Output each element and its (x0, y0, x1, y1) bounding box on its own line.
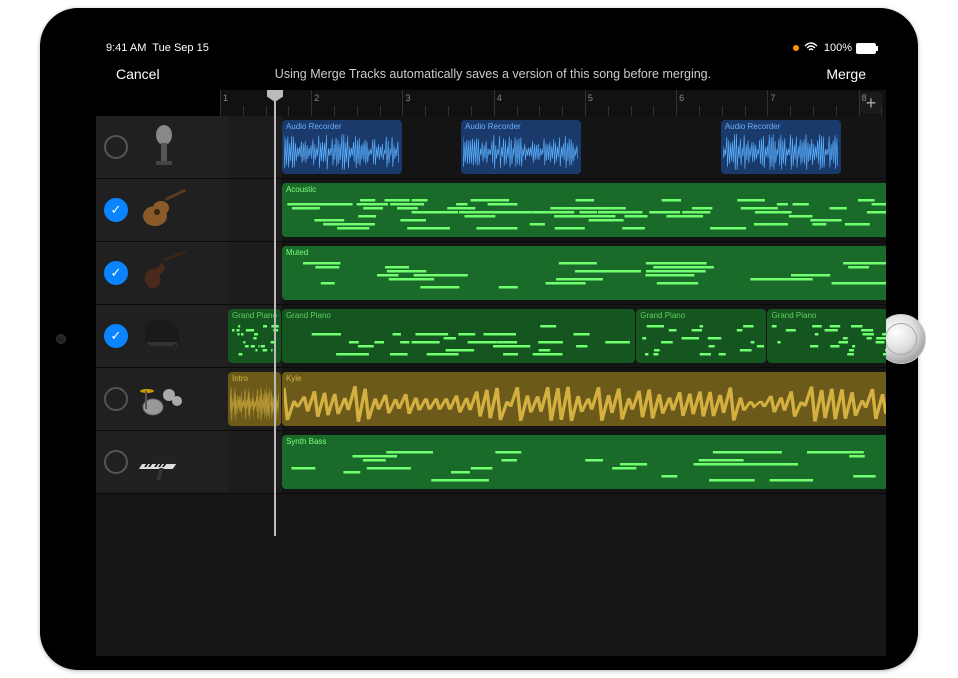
bar-label: 8 (862, 93, 867, 103)
track-header (96, 431, 228, 493)
track-header: ✓ (96, 305, 228, 367)
drum-kit-icon[interactable] (136, 376, 192, 422)
track-lane[interactable]: Intro Kyle (228, 368, 886, 430)
ipad-frame: 9:41 AM Tue Sep 15 100% Cancel Using Mer… (0, 0, 958, 678)
track-row: Audio Recorder Audio Recorder Audio Record… (96, 116, 886, 179)
region-clip[interactable]: Kyle (282, 372, 886, 426)
track-select-checkbox[interactable] (104, 387, 128, 411)
clip-label: Audio Recorder (465, 122, 521, 131)
region-clip[interactable]: Audio Recorder (721, 120, 841, 174)
track-select-checkbox[interactable]: ✓ (104, 324, 128, 348)
merge-header: Cancel Using Merge Tracks automatically … (96, 58, 886, 90)
bar-label: 3 (405, 93, 410, 103)
track-header (96, 116, 228, 178)
track-row: Synth Bass (96, 431, 886, 494)
recording-indicator-icon (793, 45, 799, 51)
region-clip[interactable]: Grand Piano (636, 309, 766, 363)
acoustic-guitar-icon[interactable] (136, 187, 192, 233)
track-select-checkbox[interactable]: ✓ (104, 261, 128, 285)
track-lane[interactable]: Acoustic (228, 179, 886, 241)
timeline-ruler[interactable]: + 12345678 (220, 90, 886, 117)
bass-guitar-icon[interactable] (136, 250, 192, 296)
track-lane[interactable]: Audio Recorder Audio Recorder Audio Record… (228, 116, 886, 178)
track-lane[interactable]: Synth Bass (228, 431, 886, 493)
clip-label: Kyle (286, 374, 302, 383)
status-bar: 9:41 AM Tue Sep 15 100% (96, 38, 886, 58)
tracks-area: Audio Recorder Audio Recorder Audio Record… (96, 116, 886, 656)
region-clip[interactable]: Grand Piano (767, 309, 886, 363)
track-row: ✓ Muted (96, 242, 886, 305)
track-lane[interactable]: Grand Piano Grand Piano Grand Piano Grand P… (228, 305, 886, 367)
region-clip[interactable]: Audio Recorder (282, 120, 402, 174)
region-clip[interactable]: Grand Piano (282, 309, 635, 363)
clip-label: Grand Piano (771, 311, 816, 320)
battery-percent: 100% (824, 42, 852, 54)
bar-label: 4 (497, 93, 502, 103)
region-clip[interactable]: Muted (282, 246, 886, 300)
status-date: Tue Sep 15 (152, 42, 208, 54)
grand-piano-icon[interactable] (136, 313, 192, 359)
track-row: ✓ Acoustic (96, 179, 886, 242)
track-header (96, 368, 228, 430)
region-clip[interactable]: Acoustic (282, 183, 886, 237)
playhead[interactable] (274, 90, 276, 536)
app-screen: 9:41 AM Tue Sep 15 100% Cancel Using Mer… (96, 38, 886, 656)
track-row: ✓Grand PianoGrand PianoGrand PianoGrand … (96, 305, 886, 368)
device-bezel: 9:41 AM Tue Sep 15 100% Cancel Using Mer… (40, 8, 918, 670)
track-lane[interactable]: Muted (228, 242, 886, 304)
bar-label: 6 (679, 93, 684, 103)
track-row: Intro Kyle (96, 368, 886, 431)
status-time: 9:41 AM (106, 42, 146, 54)
battery-icon (856, 43, 876, 54)
clip-label: Muted (286, 248, 308, 257)
clip-label: Synth Bass (286, 437, 326, 446)
track-select-checkbox[interactable] (104, 135, 128, 159)
microphone-icon[interactable] (136, 124, 192, 170)
synth-keyboard-icon[interactable] (136, 439, 192, 485)
camera-dot (56, 334, 66, 344)
region-clip[interactable]: Audio Recorder (461, 120, 581, 174)
merge-button[interactable]: Merge (820, 65, 872, 83)
clip-label: Grand Piano (640, 311, 685, 320)
track-header: ✓ (96, 179, 228, 241)
bar-label: 1 (223, 93, 228, 103)
bar-label: 2 (314, 93, 319, 103)
bar-label: 7 (770, 93, 775, 103)
wifi-icon (804, 42, 818, 55)
clip-label: Audio Recorder (286, 122, 342, 131)
bar-label: 5 (588, 93, 593, 103)
clip-label: Grand Piano (232, 311, 277, 320)
clip-label: Acoustic (286, 185, 316, 194)
track-select-checkbox[interactable]: ✓ (104, 198, 128, 222)
header-message: Using Merge Tracks automatically saves a… (166, 67, 821, 81)
clip-label: Grand Piano (286, 311, 331, 320)
track-select-checkbox[interactable] (104, 450, 128, 474)
cancel-button[interactable]: Cancel (110, 65, 166, 83)
track-header: ✓ (96, 242, 228, 304)
clip-label: Intro (232, 374, 248, 383)
clip-label: Audio Recorder (725, 122, 781, 131)
region-clip[interactable]: Synth Bass (282, 435, 886, 489)
